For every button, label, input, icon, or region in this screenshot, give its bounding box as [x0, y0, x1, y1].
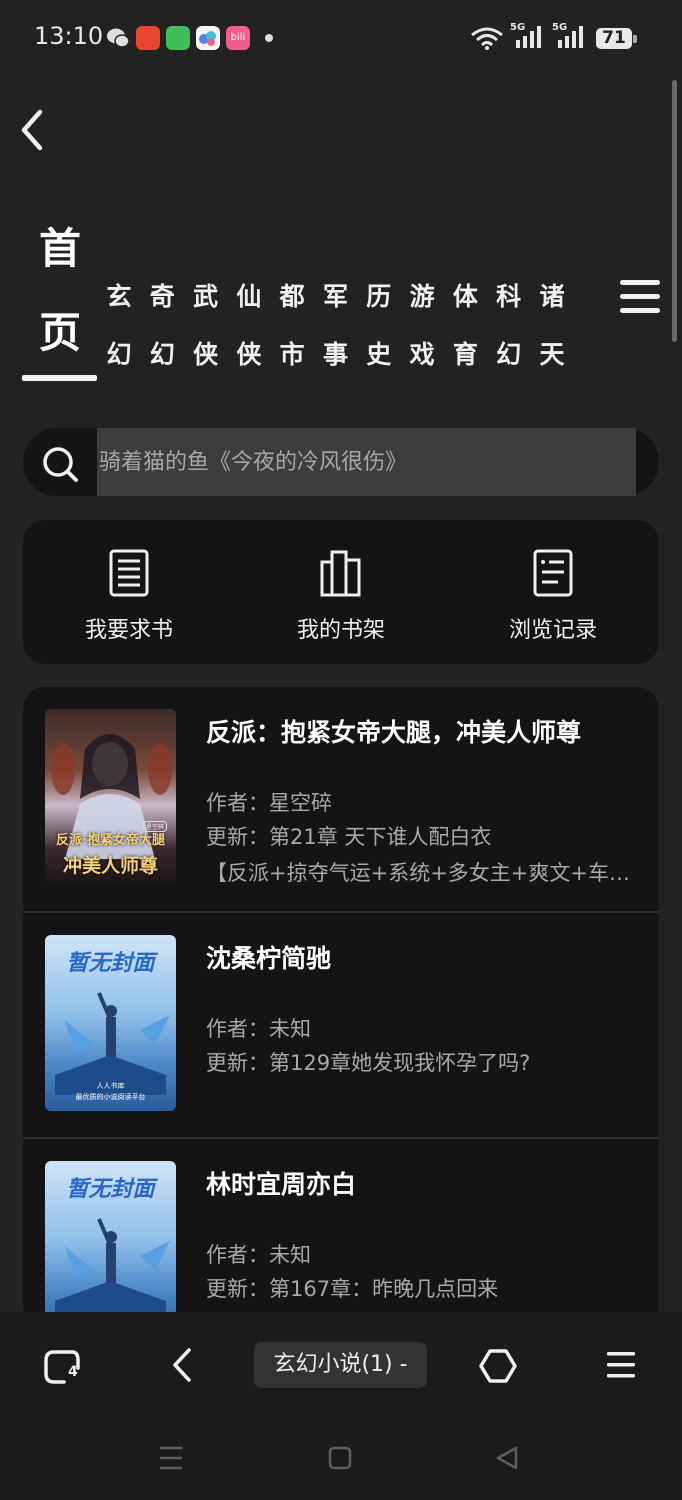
cloud-app-icon	[196, 26, 220, 50]
system-back-icon[interactable]	[494, 1444, 520, 1472]
book-item[interactable]: 暂无封面 人人书库 最优质的小说阅读平台 沈桑柠简驰 作者：未知 更新：第129…	[23, 913, 659, 1139]
tab-home[interactable]: 首 页	[38, 222, 82, 360]
book-update[interactable]: 更新：第21章 天下谁人配白衣	[206, 821, 636, 851]
category-tab-char: 幻	[106, 340, 132, 369]
book-cover[interactable]: 暂无封面	[45, 1161, 176, 1327]
category-tab[interactable]: 游戏	[405, 268, 439, 384]
category-tab-char: 玄	[106, 282, 132, 311]
category-tab[interactable]: 奇幻	[145, 268, 179, 384]
video-app-icon	[166, 26, 190, 50]
category-tab[interactable]: 都市	[275, 268, 309, 384]
category-tab-char: 市	[279, 340, 305, 369]
status-bar: 13:10 bili 5G 5G 71	[0, 0, 682, 76]
category-tab-char: 武	[193, 282, 219, 311]
search-input[interactable]	[97, 428, 636, 496]
category-tab-char: 奇	[149, 282, 175, 311]
category-tab-char: 仙	[236, 282, 262, 311]
category-tab-char: 诸	[539, 282, 565, 311]
bookshelf-label: 我的书架	[296, 618, 385, 643]
category-tab-char: 军	[322, 282, 348, 311]
category-tab-char: 侠	[236, 340, 262, 369]
tab-home-char: 页	[38, 308, 81, 357]
category-tab-char: 天	[539, 340, 565, 369]
request-book-icon	[109, 549, 149, 597]
bookshelf-button[interactable]: 我的书架	[261, 520, 421, 664]
book-update[interactable]: 更新：第129章她发现我怀孕了吗?	[206, 1047, 636, 1077]
category-tab[interactable]: 玄幻	[102, 268, 136, 384]
book-item[interactable]: 暂无封面 林时宜周亦白 作者：未知 更新：第167章：昨晚几点回来	[23, 1139, 659, 1327]
category-tab-char: 事	[322, 340, 348, 369]
book-title[interactable]: 林时宜周亦白	[206, 1165, 356, 1201]
app-red-icon	[136, 26, 160, 50]
active-tab-indicator	[22, 375, 97, 381]
book-title[interactable]: 沈桑柠简驰	[206, 939, 331, 975]
category-tab[interactable]: 历史	[362, 268, 396, 384]
recent-apps-icon[interactable]	[158, 1444, 184, 1472]
scrollbar[interactable]	[672, 80, 677, 342]
category-tab-char: 历	[366, 282, 392, 311]
book-author: 作者：未知	[206, 1017, 311, 1041]
home-hexagon-icon[interactable]	[478, 1346, 518, 1386]
book-author: 作者：未知	[206, 1243, 311, 1267]
book-tags: 【反派+掠夺气运+系统+多女主+爽文+车…	[206, 861, 630, 885]
bookshelf-icon	[320, 550, 361, 597]
category-tab[interactable]: 体育	[448, 268, 482, 384]
browser-back-icon[interactable]	[168, 1346, 198, 1384]
history-icon	[533, 549, 573, 597]
search-icon[interactable]	[40, 444, 80, 484]
category-tab-char: 幻	[149, 340, 175, 369]
tab-home-char: 首	[38, 224, 81, 273]
book-author: 作者：星空碎	[206, 791, 332, 815]
battery-icon	[633, 35, 637, 43]
category-tab[interactable]: 军事	[319, 268, 353, 384]
wechat-icon	[107, 28, 130, 48]
category-tab-char: 侠	[193, 340, 219, 369]
notification-dot	[265, 34, 273, 42]
history-button[interactable]: 浏览记录	[473, 520, 633, 664]
browser-menu-icon[interactable]	[604, 1348, 638, 1382]
tab-count: 4	[68, 1364, 78, 1380]
book-title[interactable]: 反派：抱紧女帝大腿，冲美人师尊	[206, 713, 581, 749]
book-item[interactable]: 反派·抱紧女帝大腿 冲美人师尊 星空碎 反派：抱紧女帝大腿，冲美人师尊 作者：星…	[23, 687, 659, 913]
category-tab[interactable]: 科幻	[492, 268, 526, 384]
book-cover[interactable]: 暂无封面 人人书库 最优质的小说阅读平台	[45, 935, 176, 1111]
book-list: 反派·抱紧女帝大腿 冲美人师尊 星空碎 反派：抱紧女帝大腿，冲美人师尊 作者：星…	[23, 687, 659, 1327]
history-label: 浏览记录	[508, 618, 597, 643]
category-menu-icon[interactable]	[618, 278, 662, 316]
home-icon[interactable]	[328, 1444, 352, 1472]
category-tab-char: 幻	[496, 340, 522, 369]
category-tab[interactable]: 诸天	[535, 268, 569, 384]
cover-footer-line: 最优质的小说阅读平台	[75, 1093, 146, 1101]
page-title-pill[interactable]: 玄幻小说(1) -	[254, 1342, 427, 1388]
cover-author-badge: 星空碎	[143, 821, 168, 832]
category-tab[interactable]: 武侠	[189, 268, 223, 384]
book-update[interactable]: 更新：第167章：昨晚几点回来	[206, 1273, 636, 1303]
bilibili-icon: bili	[226, 26, 250, 50]
status-time: 13:10	[34, 22, 104, 50]
cover-footer-line: 人人书库	[96, 1082, 125, 1090]
category-tab-char: 科	[496, 282, 522, 311]
request-book-label: 我要求书	[84, 618, 173, 643]
category-tab-char: 体	[452, 282, 478, 311]
back-arrow-icon[interactable]	[14, 108, 54, 152]
signal-icon	[516, 26, 541, 48]
battery-level: 71	[596, 28, 632, 49]
signal-icon-2	[558, 26, 583, 48]
category-tab-char: 游	[409, 282, 435, 311]
category-tab-char: 史	[366, 340, 392, 369]
book-cover[interactable]: 反派·抱紧女帝大腿 冲美人师尊 星空碎	[45, 709, 176, 885]
category-tab-char: 育	[452, 340, 478, 369]
category-tab-char: 戏	[409, 340, 435, 369]
cover-title-line: 冲美人师尊	[62, 855, 158, 877]
request-book-button[interactable]: 我要求书	[49, 520, 209, 664]
category-tab[interactable]: 仙侠	[232, 268, 266, 384]
cover-art-illustration	[55, 1218, 170, 1321]
wifi-icon	[471, 27, 503, 50]
category-tab-char: 都	[279, 282, 305, 311]
